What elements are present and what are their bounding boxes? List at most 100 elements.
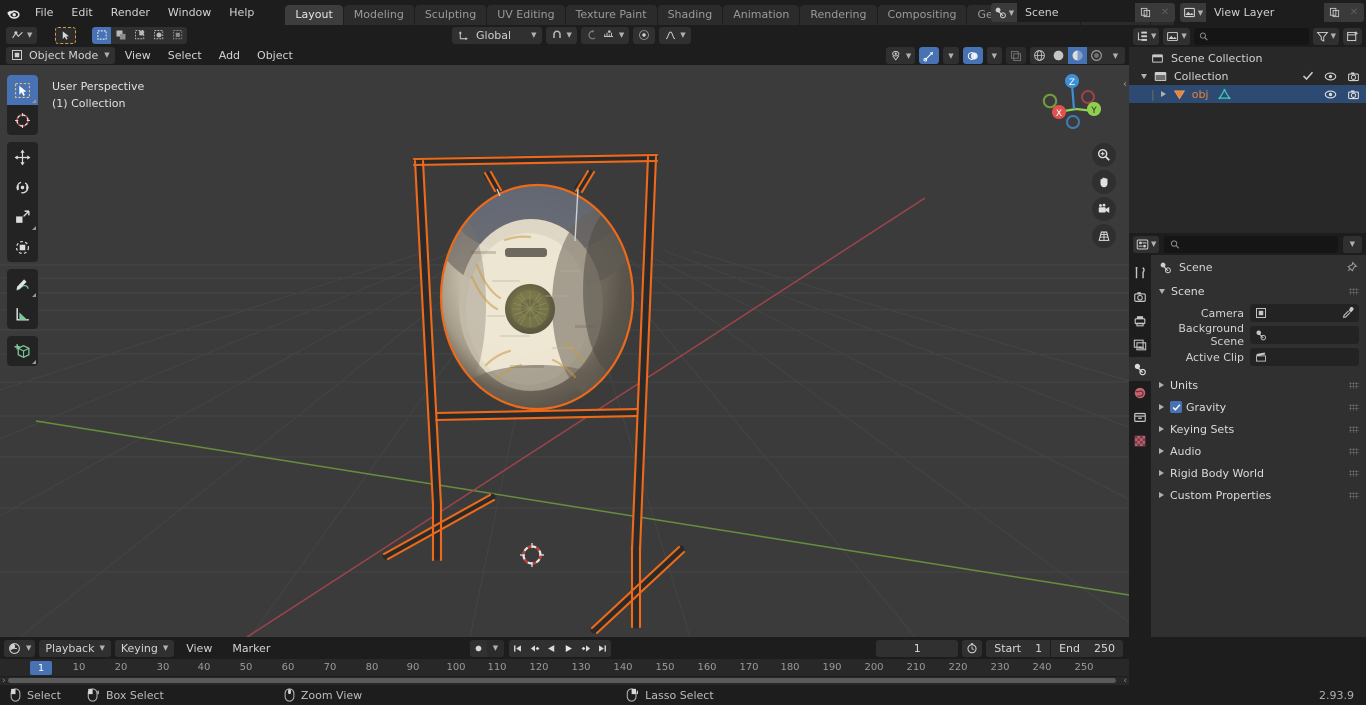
snap-settings[interactable]: ▼ [580,26,630,44]
tab-compositing[interactable]: Compositing [877,5,967,25]
outliner-search-field[interactable] [1212,29,1304,43]
timeline-editor-icon[interactable]: ▼ [4,639,36,657]
select-intersect-icon[interactable] [168,27,187,44]
expand-collection-icon[interactable] [1141,73,1147,79]
view-layer-selector[interactable]: ▼ View Layer ✕ [1180,3,1364,22]
xray-icon[interactable] [1006,47,1026,64]
expand-obj-icon[interactable] [1160,91,1166,97]
rotate-tool[interactable] [7,172,38,202]
overlays-dropdown[interactable]: ▼ [986,47,1002,64]
x-icon[interactable]: ✕ [1155,3,1175,22]
tab-layout[interactable]: Layout [285,5,343,25]
chevron-right-icon[interactable] [1159,426,1164,432]
scene-icon[interactable]: ▼ [991,3,1017,22]
menu-window[interactable]: Window [159,3,220,22]
menu-help[interactable]: Help [220,3,263,22]
scene-selector[interactable]: ▼ Scene ✕ [991,3,1175,22]
view-layer-tab[interactable] [1129,333,1151,357]
blender-logo-icon[interactable] [0,0,26,25]
smooth-falloff-icon[interactable]: ▼ [659,26,691,44]
timeline-editor[interactable]: ▼ Playback ▼ Keying ▼ View Marker ▼ 1 St… [0,637,1129,686]
object-tab[interactable] [1129,405,1151,429]
navigation-gizmo[interactable]: Z X Y [1036,69,1116,149]
view-layer-name[interactable]: View Layer [1206,3,1324,22]
camera-render-icon[interactable] [1347,70,1360,83]
jump-start-icon[interactable] [509,640,526,657]
chevron-right-icon[interactable] [1159,470,1164,476]
viewport-menu-view[interactable]: View [118,47,158,64]
active-clip-field[interactable] [1250,348,1359,366]
view-layer-icon[interactable]: ▼ [1180,3,1206,22]
menu-render[interactable]: Render [102,3,159,22]
outliner-icon[interactable]: ▼ [1133,27,1160,45]
chevron-down-icon[interactable] [1159,288,1165,294]
outliner-search-input[interactable] [1193,27,1309,45]
cursor-tool[interactable] [7,105,38,135]
timeline-ruler[interactable]: 1 10 20 30 40 50 60 70 80 90 100 110 120… [0,659,1129,677]
panel-custom-properties[interactable]: Custom Properties [1151,484,1366,506]
auto-key-timer-icon[interactable] [962,639,983,657]
play-icon[interactable] [560,640,577,657]
chevron-right-icon[interactable] [1159,492,1164,498]
timeline-menu-view[interactable]: View [178,640,220,657]
object-visibility-icon[interactable]: ▼ [885,47,916,64]
pin-icon[interactable] [1345,261,1358,274]
panel-keying-sets[interactable]: Keying Sets [1151,418,1366,440]
magnet-icon[interactable]: ▼ [546,26,577,44]
scene-name[interactable]: Scene [1017,3,1135,22]
3d-viewport[interactable]: User Perspective (1) Collection Z X Y ‹ [0,65,1129,637]
pan-hand-icon[interactable] [1092,170,1116,194]
field-background-scene[interactable]: Background Scene [1151,322,1366,348]
interaction-mode-dropdown[interactable]: Object Mode ▼ [6,46,115,64]
panel-scene[interactable]: Scene [1151,280,1366,302]
annotate-tool[interactable] [7,269,38,299]
tab-texture-paint[interactable]: Texture Paint [565,5,657,25]
sidebar-toggle-icon[interactable]: ‹ [1123,79,1127,90]
eye-icon[interactable] [1324,88,1337,101]
tab-sculpting[interactable]: Sculpting [414,5,487,25]
background-scene-field[interactable] [1250,326,1359,344]
measure-tool[interactable] [7,299,38,329]
solid-shading-icon[interactable] [1049,47,1068,64]
prev-keyframe-icon[interactable] [526,640,543,657]
chevron-down-icon[interactable]: ▼ [1342,235,1362,253]
next-keyframe-icon[interactable] [577,640,594,657]
panel-rigid-body-world[interactable]: Rigid Body World [1151,462,1366,484]
ortho-persp-grid-icon[interactable] [1092,224,1116,248]
wireframe-shading-icon[interactable] [1030,47,1049,64]
gravity-checkbox[interactable] [1170,401,1182,413]
chevron-right-icon[interactable] [1159,404,1164,410]
x-icon[interactable]: ✕ [1344,3,1364,22]
new-collection-icon[interactable] [1343,27,1362,45]
playback-dropdown[interactable]: Playback ▼ [39,639,111,657]
record-keyframes-icon[interactable] [470,640,487,657]
tweak-tool-icon[interactable] [55,26,77,44]
proportional-edit-icon[interactable] [633,26,656,44]
frame-range-field[interactable]: Start 1 End 250 [986,639,1123,657]
outliner-tree[interactable]: Scene Collection Collection | obj [1129,47,1366,233]
panel-gravity[interactable]: Gravity [1151,396,1366,418]
add-cube-tool[interactable] [7,336,38,366]
viewport-menu-select[interactable]: Select [161,47,209,64]
output-tab[interactable] [1129,309,1151,333]
tab-modeling[interactable]: Modeling [343,5,414,25]
filter-id-icon[interactable]: ▼ [1163,27,1190,45]
transform-orientation-dropdown[interactable]: Global ▼ [452,26,543,44]
tool-tab[interactable] [1129,261,1151,285]
select-invert-icon[interactable] [149,27,168,44]
zoom-icon[interactable] [1092,143,1116,167]
outliner-editor[interactable]: ▼ ▼ ▼ Scene Collection Collection | obj [1129,25,1366,233]
playhead[interactable]: 1 [30,661,52,675]
panel-audio[interactable]: Audio [1151,440,1366,462]
properties-editor-icon[interactable]: ▼ [1133,235,1160,253]
funnel-icon[interactable]: ▼ [1312,27,1339,45]
texture-tab[interactable] [1129,429,1151,453]
gizmo-icon[interactable] [919,47,940,64]
editor-type-icon[interactable]: ▼ [6,26,38,44]
properties-search-field[interactable] [1184,237,1332,251]
select-extend-icon[interactable] [111,27,130,44]
record-dropdown-icon[interactable]: ▼ [487,639,504,657]
outliner-row-obj[interactable]: | obj [1129,85,1366,103]
viewport-menu-object[interactable]: Object [250,47,300,64]
rendered-shading-icon[interactable] [1087,47,1106,64]
